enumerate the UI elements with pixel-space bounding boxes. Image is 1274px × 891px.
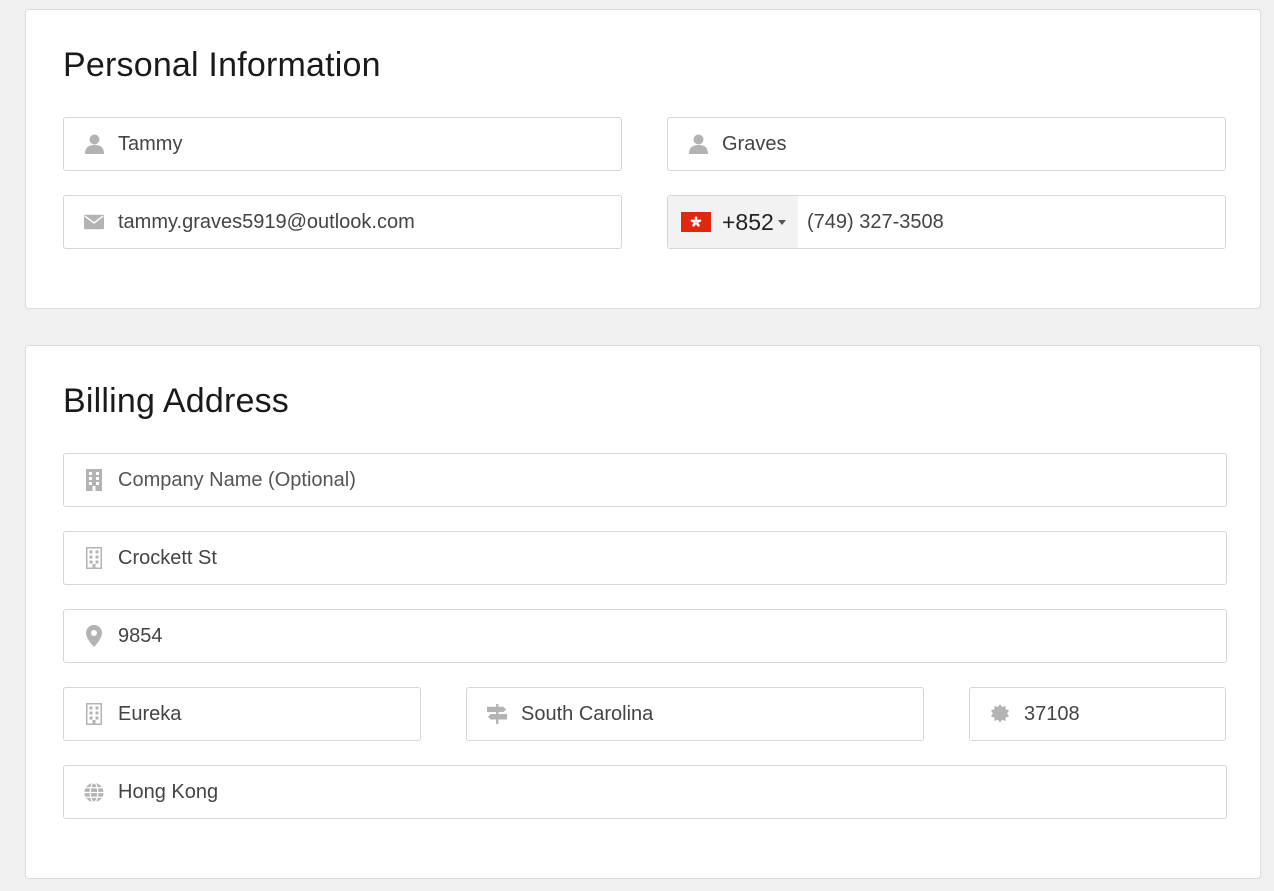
last-name-input[interactable] [722,118,1225,170]
street-field[interactable] [63,531,1227,585]
state-field[interactable] [466,687,924,741]
phone-input[interactable] [798,196,1225,248]
chevron-down-icon [777,219,786,225]
phone-field[interactable]: +852 [667,195,1226,249]
last-name-field[interactable] [667,117,1226,171]
envelope-icon [84,212,104,232]
seal-icon [990,704,1010,724]
company-field[interactable] [63,453,1227,507]
country-field[interactable] [63,765,1227,819]
first-name-input[interactable] [118,118,621,170]
zip-field[interactable] [969,687,1226,741]
user-icon [84,134,104,154]
email-field[interactable] [63,195,622,249]
country-input[interactable] [118,766,1226,818]
city-field[interactable] [63,687,421,741]
user-icon [688,134,708,154]
hong-kong-flag-icon [681,212,711,232]
zip-input[interactable] [1024,688,1225,740]
personal-information-title: Personal Information [63,46,381,84]
street-input[interactable] [118,532,1226,584]
building-icon [84,469,104,491]
signpost-icon [487,704,507,724]
city-input[interactable] [118,688,420,740]
map-marker-icon [84,625,104,647]
billing-address-title: Billing Address [63,382,290,420]
street-number-input[interactable] [118,610,1226,662]
first-name-field[interactable] [63,117,622,171]
company-input[interactable] [118,454,1226,506]
state-input[interactable] [521,688,923,740]
building-icon [84,547,104,569]
country-code-selector[interactable]: +852 [668,196,798,248]
billing-address-card: Billing Address [25,345,1261,879]
email-input[interactable] [118,196,621,248]
personal-information-card: Personal Information +852 [25,9,1261,309]
street-number-field[interactable] [63,609,1227,663]
globe-icon [84,781,104,803]
building-icon [84,703,104,725]
dial-code: +852 [722,208,774,235]
